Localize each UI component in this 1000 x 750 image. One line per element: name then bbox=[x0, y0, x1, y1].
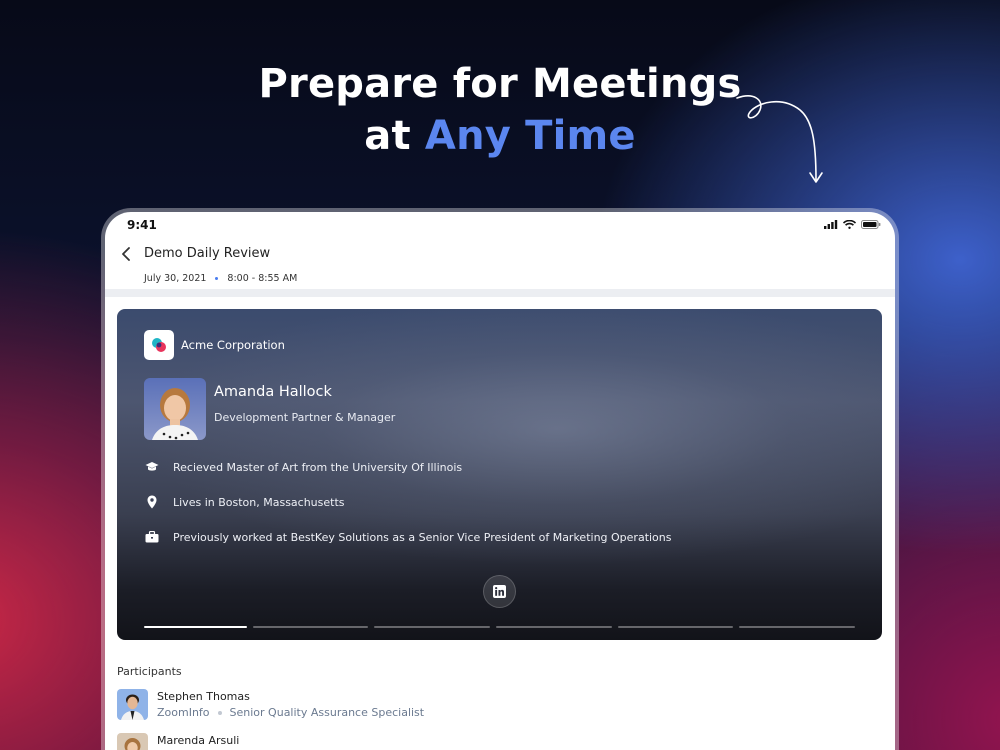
headline-line-2-prefix: at bbox=[364, 113, 411, 159]
fact-location: Lives in Boston, Massachusetts bbox=[144, 494, 345, 510]
headline-line-2: at Any Time bbox=[0, 110, 1000, 162]
participant-details: ZoomInfo Senior Quality Assurance Specia… bbox=[157, 706, 424, 719]
briefcase-icon bbox=[144, 529, 160, 545]
back-chevron-icon[interactable] bbox=[119, 246, 135, 262]
participant-company: ZoomInfo bbox=[157, 706, 210, 719]
company-name: Acme Corporation bbox=[181, 338, 285, 352]
person-name: Amanda Hallock bbox=[214, 384, 332, 400]
hero-headline: Prepare for Meetings at Any Time bbox=[0, 58, 1000, 162]
fact-work-text: Previously worked at BestKey Solutions a… bbox=[173, 530, 672, 544]
meeting-time-range: 8:00 - 8:55 AM bbox=[227, 273, 298, 284]
participant-role: Senior Quality Assurance Specialist bbox=[229, 706, 425, 719]
fact-location-text: Lives in Boston, Massachusetts bbox=[173, 495, 345, 509]
status-time: 9:41 bbox=[127, 218, 157, 232]
avatar bbox=[144, 378, 206, 440]
participant-name: Stephen Thomas bbox=[157, 690, 250, 703]
progress-segment[interactable] bbox=[374, 626, 491, 628]
progress-segment[interactable] bbox=[739, 626, 855, 628]
person-photo bbox=[144, 378, 206, 440]
graduation-cap-icon bbox=[144, 459, 160, 475]
company-logo bbox=[144, 330, 174, 360]
participant-row[interactable]: Stephen Thomas ZoomInfo Senior Quality A… bbox=[117, 689, 817, 723]
company-logo-icon bbox=[152, 338, 166, 352]
headline-accent: Any Time bbox=[424, 113, 636, 159]
story-progress bbox=[144, 626, 855, 629]
meeting-meta: July 30, 2021 8:00 - 8:55 AM bbox=[144, 273, 297, 284]
wifi-icon bbox=[843, 220, 856, 229]
avatar bbox=[117, 689, 148, 720]
person-role: Development Partner & Manager bbox=[214, 411, 396, 424]
headline-line-1: Prepare for Meetings bbox=[258, 61, 742, 107]
attendee-profile-card[interactable]: Acme Corporation Amanda Hallock Developm… bbox=[117, 309, 882, 640]
curly-arrow-icon bbox=[736, 95, 823, 183]
location-pin-icon bbox=[144, 494, 160, 510]
tablet-frame: 9:41 Demo Daily Review July 30, 2021 8:0… bbox=[105, 212, 895, 750]
fact-education: Recieved Master of Art from the Universi… bbox=[144, 459, 462, 475]
meeting-title: Demo Daily Review bbox=[144, 246, 271, 261]
participant-name: Marenda Arsuli bbox=[157, 734, 240, 747]
participant-row[interactable]: Marenda Arsuli bbox=[117, 733, 817, 750]
linkedin-button[interactable] bbox=[483, 575, 516, 608]
header-divider bbox=[105, 289, 895, 297]
progress-segment[interactable] bbox=[252, 626, 369, 628]
battery-icon bbox=[861, 220, 881, 229]
meeting-content: Acme Corporation Amanda Hallock Developm… bbox=[105, 297, 895, 750]
participants-heading: Participants bbox=[117, 665, 182, 678]
progress-segment[interactable] bbox=[617, 626, 734, 628]
meeting-date: July 30, 2021 bbox=[144, 273, 207, 284]
signal-icon bbox=[824, 220, 838, 229]
fact-work: Previously worked at BestKey Solutions a… bbox=[144, 529, 672, 545]
meta-separator-dot bbox=[215, 277, 219, 280]
progress-segment[interactable] bbox=[144, 626, 247, 628]
linkedin-icon bbox=[493, 585, 506, 598]
avatar bbox=[117, 733, 148, 750]
status-icons bbox=[824, 220, 881, 229]
progress-segment[interactable] bbox=[496, 626, 612, 628]
status-bar: 9:41 bbox=[105, 212, 895, 240]
fact-education-text: Recieved Master of Art from the Universi… bbox=[173, 460, 463, 474]
participant-separator-dot bbox=[217, 710, 222, 715]
